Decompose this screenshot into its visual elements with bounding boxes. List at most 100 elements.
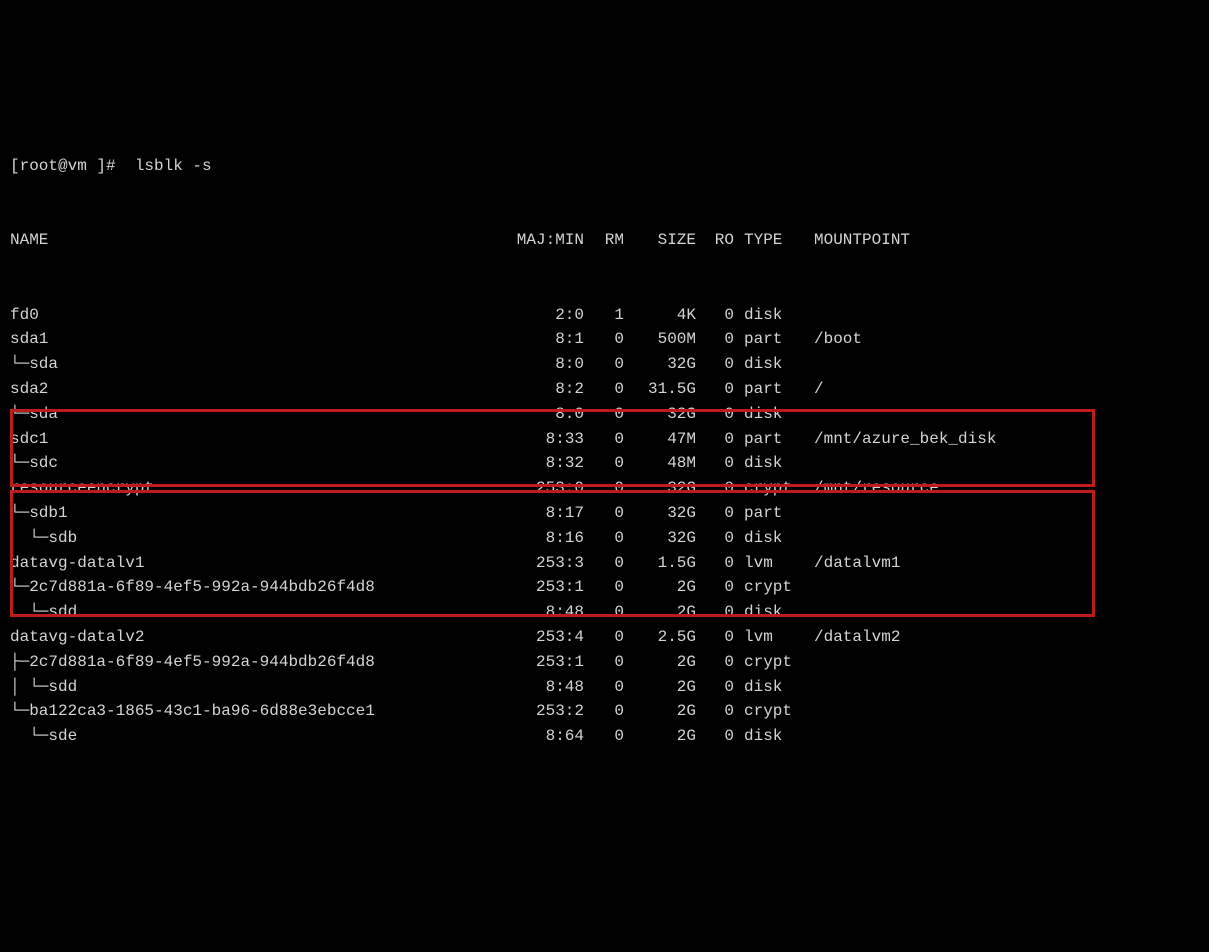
device-name: datavg-datalv1 xyxy=(10,551,510,576)
size-value: 2G xyxy=(624,699,696,724)
ro-value: 0 xyxy=(696,327,734,352)
type-value: disk xyxy=(734,526,804,551)
rm-value: 0 xyxy=(584,476,624,501)
table-header: NAMEMAJ:MINRMSIZEROTYPEMOUNTPOINT xyxy=(10,228,1199,253)
table-row: ├─2c7d881a-6f89-4ef5-992a-944bdb26f4d825… xyxy=(10,650,1199,675)
size-value: 48M xyxy=(624,451,696,476)
device-name: sda2 xyxy=(10,377,510,402)
rm-value: 0 xyxy=(584,699,624,724)
table-row: └─sdd8:4802G0disk xyxy=(10,600,1199,625)
type-value: disk xyxy=(734,402,804,427)
majmin-value: 8:48 xyxy=(510,600,584,625)
header-name: NAME xyxy=(10,228,510,253)
mountpoint-value xyxy=(804,675,814,700)
ro-value: 0 xyxy=(696,476,734,501)
ro-value: 0 xyxy=(696,303,734,328)
majmin-value: 2:0 xyxy=(510,303,584,328)
mountpoint-value xyxy=(804,451,814,476)
rm-value: 1 xyxy=(584,303,624,328)
majmin-value: 253:2 xyxy=(510,699,584,724)
mountpoint-value xyxy=(804,575,814,600)
table-row: │ └─sdd8:4802G0disk xyxy=(10,675,1199,700)
table-row: └─ba122ca3-1865-43c1-ba96-6d88e3ebcce125… xyxy=(10,699,1199,724)
ro-value: 0 xyxy=(696,675,734,700)
command-prompt: [root@vm ]# lsblk -s xyxy=(10,154,1199,179)
table-row: fd02:014K0disk xyxy=(10,303,1199,328)
rm-value: 0 xyxy=(584,724,624,749)
majmin-value: 8:2 xyxy=(510,377,584,402)
mountpoint-value xyxy=(804,501,814,526)
table-row: └─sde8:6402G0disk xyxy=(10,724,1199,749)
table-row: └─sda8:0032G0disk xyxy=(10,402,1199,427)
ro-value: 0 xyxy=(696,650,734,675)
table-row: └─sdc8:32048M0disk xyxy=(10,451,1199,476)
majmin-value: 253:1 xyxy=(510,650,584,675)
mountpoint-value xyxy=(804,352,814,377)
table-row: resourceencrypt253:0032G0crypt/mnt/resou… xyxy=(10,476,1199,501)
majmin-value: 8:1 xyxy=(510,327,584,352)
size-value: 32G xyxy=(624,402,696,427)
device-name: └─2c7d881a-6f89-4ef5-992a-944bdb26f4d8 xyxy=(10,575,510,600)
majmin-value: 8:16 xyxy=(510,526,584,551)
ro-value: 0 xyxy=(696,724,734,749)
header-mount: MOUNTPOINT xyxy=(804,228,910,253)
table-row: └─2c7d881a-6f89-4ef5-992a-944bdb26f4d825… xyxy=(10,575,1199,600)
size-value: 1.5G xyxy=(624,551,696,576)
table-row: └─sda8:0032G0disk xyxy=(10,352,1199,377)
ro-value: 0 xyxy=(696,699,734,724)
type-value: lvm xyxy=(734,551,804,576)
type-value: crypt xyxy=(734,699,804,724)
rm-value: 0 xyxy=(584,427,624,452)
rm-value: 0 xyxy=(584,327,624,352)
ro-value: 0 xyxy=(696,551,734,576)
rm-value: 0 xyxy=(584,600,624,625)
mountpoint-value xyxy=(804,526,814,551)
table-row: sda18:10500M0part/boot xyxy=(10,327,1199,352)
rm-value: 0 xyxy=(584,675,624,700)
rm-value: 0 xyxy=(584,451,624,476)
majmin-value: 253:3 xyxy=(510,551,584,576)
type-value: part xyxy=(734,501,804,526)
majmin-value: 8:33 xyxy=(510,427,584,452)
type-value: part xyxy=(734,377,804,402)
mountpoint-value xyxy=(804,650,814,675)
mountpoint-value: /boot xyxy=(804,327,862,352)
header-majmin: MAJ:MIN xyxy=(510,228,584,253)
type-value: disk xyxy=(734,675,804,700)
size-value: 32G xyxy=(624,501,696,526)
size-value: 2G xyxy=(624,650,696,675)
size-value: 2G xyxy=(624,675,696,700)
majmin-value: 253:4 xyxy=(510,625,584,650)
header-ro: RO xyxy=(696,228,734,253)
type-value: crypt xyxy=(734,575,804,600)
ro-value: 0 xyxy=(696,625,734,650)
rm-value: 0 xyxy=(584,377,624,402)
type-value: disk xyxy=(734,451,804,476)
mountpoint-value: / xyxy=(804,377,824,402)
rm-value: 0 xyxy=(584,625,624,650)
size-value: 32G xyxy=(624,476,696,501)
ro-value: 0 xyxy=(696,451,734,476)
device-name: └─sdb xyxy=(10,526,510,551)
rm-value: 0 xyxy=(584,352,624,377)
ro-value: 0 xyxy=(696,352,734,377)
majmin-value: 8:17 xyxy=(510,501,584,526)
size-value: 47M xyxy=(624,427,696,452)
device-name: sda1 xyxy=(10,327,510,352)
device-name: sdc1 xyxy=(10,427,510,452)
mountpoint-value: /mnt/resource xyxy=(804,476,939,501)
type-value: disk xyxy=(734,724,804,749)
rm-value: 0 xyxy=(584,551,624,576)
size-value: 2.5G xyxy=(624,625,696,650)
majmin-value: 8:32 xyxy=(510,451,584,476)
majmin-value: 253:1 xyxy=(510,575,584,600)
mountpoint-value xyxy=(804,303,814,328)
rm-value: 0 xyxy=(584,526,624,551)
mountpoint-value: /datalvm1 xyxy=(804,551,900,576)
mountpoint-value xyxy=(804,724,814,749)
device-name: resourceencrypt xyxy=(10,476,510,501)
device-name: └─sdd xyxy=(10,600,510,625)
size-value: 32G xyxy=(624,352,696,377)
type-value: disk xyxy=(734,600,804,625)
device-name: └─sda xyxy=(10,402,510,427)
